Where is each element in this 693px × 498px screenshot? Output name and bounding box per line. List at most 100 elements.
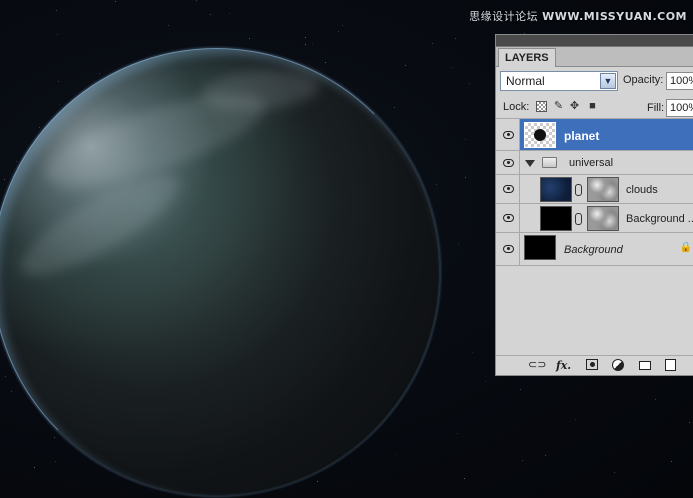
folder-icon: [542, 157, 557, 168]
lock-label: Lock:: [503, 101, 530, 113]
star: [520, 389, 521, 390]
star: [614, 472, 615, 473]
tab-layers[interactable]: LAYERS: [498, 48, 556, 67]
chain-link-icon[interactable]: [575, 213, 582, 225]
eye-icon: [503, 158, 514, 167]
star: [5, 376, 6, 377]
layer-thumbnail: [524, 122, 556, 148]
star: [457, 433, 458, 434]
visibility-toggle[interactable]: [496, 204, 520, 232]
star: [249, 38, 250, 39]
lock-row: Lock: ✎ ✥ ■ Fill: 100%: [496, 95, 693, 119]
star: [56, 10, 57, 11]
layer-name: universal: [569, 157, 614, 169]
eye-icon: [503, 185, 514, 193]
eye-icon: [503, 214, 514, 222]
star: [210, 14, 211, 15]
eye-icon: [503, 245, 514, 253]
star: [469, 83, 470, 84]
star: [522, 460, 523, 461]
adjustment-layer-icon[interactable]: [612, 359, 624, 371]
fill-input[interactable]: 100%: [666, 99, 693, 117]
star: [34, 467, 35, 468]
star: [58, 81, 59, 82]
layer-mask-thumbnail[interactable]: [587, 177, 619, 202]
chevron-down-icon[interactable]: ▼: [600, 73, 616, 89]
panel-title-bar[interactable]: [496, 35, 693, 47]
layer-thumbnail: [540, 206, 572, 231]
visibility-toggle[interactable]: [496, 233, 520, 265]
star: [455, 38, 456, 39]
layers-panel: LAYERS Normal ▼ Opacity: 100% Lock: ✎ ✥ …: [495, 34, 693, 376]
watermark: 思缘设计论坛 WWW.MISSYUAN.COM: [469, 8, 687, 24]
star: [458, 244, 459, 245]
star: [394, 107, 395, 108]
star: [94, 81, 95, 82]
layer-row-group[interactable]: universal: [496, 151, 693, 175]
layer-row-clouds[interactable]: clouds: [496, 175, 693, 204]
fx-icon[interactable]: fx.: [556, 359, 571, 372]
move-icon[interactable]: ✥: [569, 101, 580, 112]
layer-name: Background ...: [626, 213, 693, 225]
brush-icon[interactable]: ✎: [553, 101, 564, 112]
new-group-icon[interactable]: [639, 361, 651, 370]
star: [689, 422, 690, 423]
star: [317, 481, 318, 482]
layer-name: Background: [564, 244, 623, 256]
star: [472, 352, 473, 353]
star: [59, 104, 60, 105]
lock-icon[interactable]: ■: [587, 101, 598, 112]
visibility-toggle[interactable]: [496, 119, 520, 150]
star: [671, 461, 672, 462]
fill-label: Fill:: [647, 102, 665, 114]
star: [545, 455, 546, 456]
star: [99, 73, 100, 74]
panel-footer: ⊂⊃ fx.: [496, 355, 693, 375]
layer-row-background-copy[interactable]: Background ...: [496, 204, 693, 233]
layer-name: planet: [564, 129, 600, 143]
star: [655, 399, 656, 400]
visibility-toggle[interactable]: [496, 175, 520, 203]
star: [168, 25, 169, 26]
star: [305, 37, 306, 38]
star: [196, 0, 197, 1]
star: [11, 391, 12, 392]
star: [575, 419, 576, 420]
add-mask-icon[interactable]: [586, 359, 598, 370]
layer-name: clouds: [626, 184, 658, 196]
expand-triangle-icon[interactable]: [525, 160, 535, 167]
star: [312, 44, 313, 45]
star: [54, 437, 55, 438]
star: [395, 454, 396, 455]
new-layer-icon[interactable]: [665, 359, 676, 371]
star: [338, 31, 339, 32]
chain-link-icon[interactable]: [575, 184, 582, 196]
lock-icon: 🔒: [679, 242, 692, 253]
visibility-toggle[interactable]: [496, 151, 520, 174]
star: [452, 67, 453, 68]
opacity-input[interactable]: 100%: [666, 72, 693, 90]
eye-icon: [503, 130, 514, 139]
star: [436, 184, 437, 185]
star: [485, 381, 486, 382]
blend-mode-select[interactable]: Normal ▼: [500, 71, 618, 91]
layer-mask-thumbnail[interactable]: [587, 206, 619, 231]
watermark-cn: 思缘设计论坛: [469, 10, 539, 23]
layer-thumbnail: [540, 177, 572, 202]
lock-transparency-icon[interactable]: [536, 101, 547, 112]
star: [305, 44, 306, 45]
link-layers-icon[interactable]: ⊂⊃: [528, 359, 546, 372]
opacity-label: Opacity:: [623, 74, 664, 86]
layer-row-background[interactable]: Background 🔒: [496, 233, 693, 266]
star: [432, 43, 433, 44]
layer-row-planet[interactable]: planet: [496, 119, 693, 151]
star: [464, 478, 465, 479]
star: [229, 13, 230, 14]
star: [465, 177, 466, 178]
star: [115, 1, 116, 2]
star: [16, 161, 17, 162]
blend-mode-value: Normal: [506, 74, 545, 88]
panel-tab-strip: LAYERS: [496, 47, 693, 67]
watermark-url: WWW.MISSYUAN.COM: [542, 10, 687, 23]
star: [4, 179, 5, 180]
